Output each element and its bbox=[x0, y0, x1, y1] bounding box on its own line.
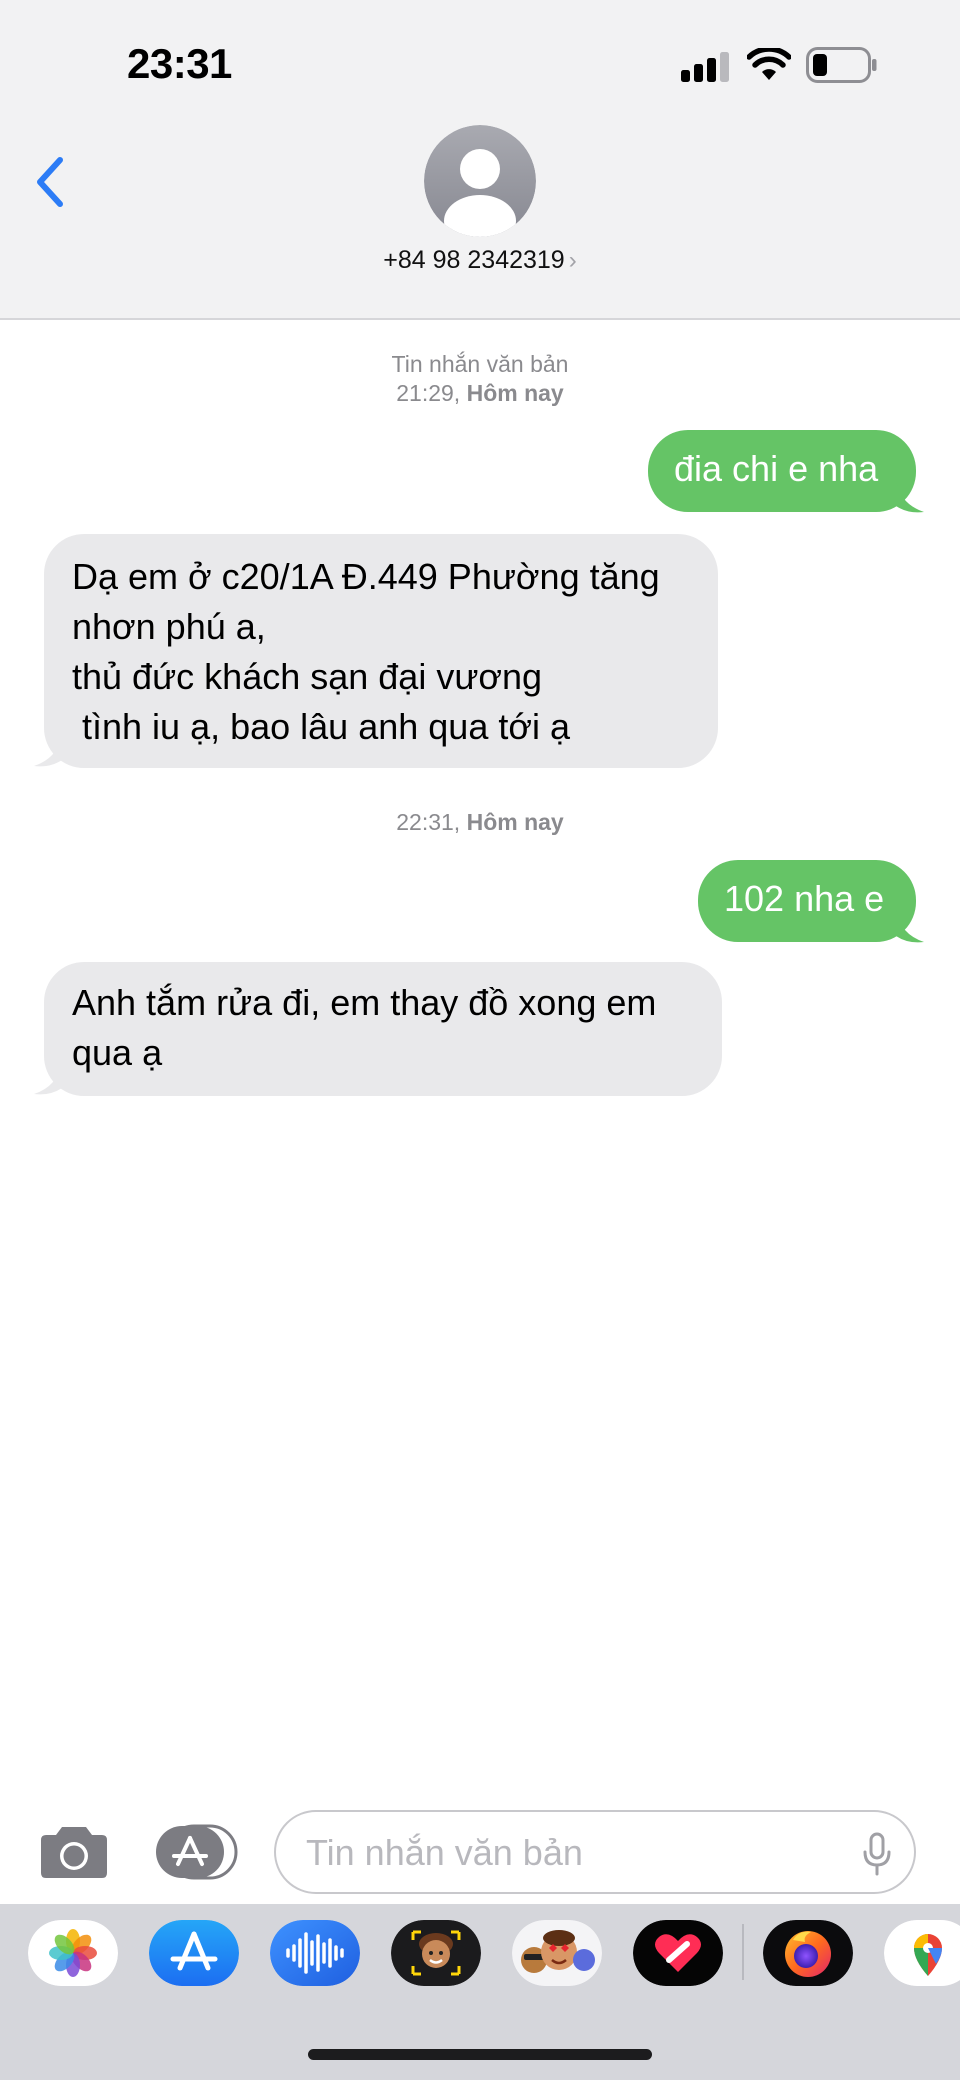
bubble-tail bbox=[34, 734, 62, 767]
app-store-apps-icon[interactable] bbox=[154, 1824, 238, 1880]
home-indicator[interactable] bbox=[308, 2049, 652, 2060]
timestamp-2: 22:31, Hôm nay bbox=[0, 808, 960, 837]
message-type-label: Tin nhắn văn bản bbox=[391, 351, 569, 377]
timestamp-1: Tin nhắn văn bản 21:29, Hôm nay bbox=[0, 350, 960, 408]
digital-touch-icon[interactable] bbox=[633, 1920, 723, 1986]
back-chevron-icon[interactable] bbox=[30, 152, 70, 212]
message-text-line: tình iu ạ, bao lâu anh qua tới ạ bbox=[72, 706, 570, 747]
message-input[interactable] bbox=[306, 1826, 826, 1880]
message-text-line: nhơn phú a, bbox=[72, 606, 266, 647]
message-text-line: Dạ em ở c20/1A Đ.449 Phường tăng bbox=[72, 556, 660, 597]
memoji-icon[interactable] bbox=[391, 1920, 481, 1986]
chevron-right-icon: › bbox=[568, 247, 577, 274]
contact-number: +84 98 2342319 bbox=[383, 246, 565, 274]
status-time: 23:31 bbox=[127, 40, 232, 87]
message-text: 102 nha e bbox=[724, 878, 885, 919]
microphone-icon[interactable] bbox=[862, 1832, 892, 1876]
timestamp-day: Hôm nay bbox=[466, 809, 564, 835]
conversation-header: 23:31 +84 98 2342319 › bbox=[0, 0, 960, 320]
camera-icon[interactable] bbox=[40, 1823, 108, 1879]
battery-icon bbox=[806, 47, 877, 83]
timestamp-time: 21:29, bbox=[396, 380, 461, 406]
memoji-stickers-icon[interactable] bbox=[512, 1920, 602, 1986]
messages-screen: 23:31 +84 98 2342319 › Tin nhắn văn bản … bbox=[0, 0, 960, 2080]
bubble-tail bbox=[896, 480, 924, 513]
message-text-field[interactable] bbox=[274, 1810, 916, 1894]
message-bubble-received[interactable]: Anh tắm rửa đi, em thay đồ xong em qua ạ bbox=[44, 962, 722, 1096]
timestamp-day: Hôm nay bbox=[466, 380, 564, 406]
message-text-line: qua ạ bbox=[72, 1032, 163, 1073]
photos-icon[interactable] bbox=[28, 1920, 118, 1986]
message-bubble-sent[interactable]: đia chi e nha bbox=[648, 430, 916, 512]
app-store-icon[interactable] bbox=[149, 1920, 239, 1986]
message-bubble-sent[interactable]: 102 nha e bbox=[698, 860, 916, 942]
message-bubble-received[interactable]: Dạ em ở c20/1A Đ.449 Phường tăng nhơn ph… bbox=[44, 534, 718, 768]
contact-name[interactable]: +84 98 2342319 › bbox=[0, 246, 960, 275]
timestamp-time: 22:31, bbox=[396, 809, 461, 835]
wifi-icon bbox=[747, 48, 791, 80]
firefox-icon[interactable] bbox=[763, 1920, 853, 1986]
bubble-tail bbox=[34, 1062, 62, 1095]
message-text-line: thủ đức khách sạn đại vương bbox=[72, 656, 543, 697]
google-maps-icon[interactable] bbox=[884, 1920, 960, 1986]
contact-avatar[interactable] bbox=[424, 125, 536, 237]
audio-messages-icon[interactable] bbox=[270, 1920, 360, 1986]
message-text: đia chi e nha bbox=[674, 448, 879, 489]
bubble-tail bbox=[896, 910, 924, 943]
cellular-signal-icon bbox=[681, 52, 729, 82]
drawer-divider bbox=[742, 1924, 744, 1980]
message-text-line: Anh tắm rửa đi, em thay đồ xong em bbox=[72, 982, 657, 1023]
